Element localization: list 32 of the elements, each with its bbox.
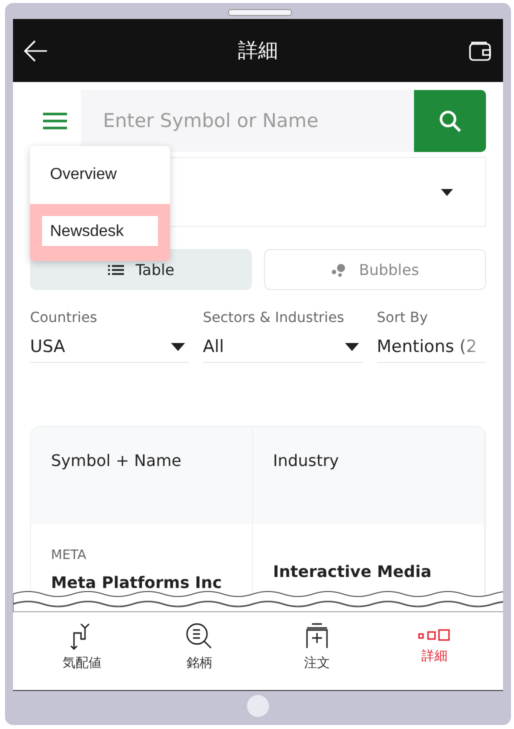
- caret-icon: [170, 343, 185, 351]
- squares-icon: [418, 628, 450, 642]
- nav-tab[interactable]: 銘柄: [140, 612, 258, 690]
- menu-item[interactable]: Overview: [50, 166, 117, 184]
- filter-label: Sort By: [376, 310, 429, 326]
- menu-item[interactable]: Newsdesk: [42, 216, 158, 246]
- nav-tab[interactable]: 気配値: [23, 612, 140, 690]
- filter-select[interactable]: Mentions (2: [376, 332, 486, 363]
- search-button[interactable]: [414, 90, 486, 152]
- bubbles-icon: [330, 262, 347, 276]
- filter-label: Sectors & Industries: [202, 310, 346, 326]
- nav-tab[interactable]: 詳細: [376, 612, 493, 690]
- column-header: Industry: [253, 427, 485, 524]
- search-icon: [438, 109, 462, 133]
- filter-label: Countries: [30, 310, 98, 326]
- column-header: Symbol + Name: [31, 427, 253, 524]
- caret-icon: [441, 188, 453, 196]
- search-icon: [185, 622, 214, 650]
- list-icon: [108, 264, 124, 276]
- caret-icon: [344, 343, 359, 351]
- back-arrow-icon[interactable]: [23, 38, 49, 64]
- menu-icon[interactable]: [43, 112, 67, 130]
- filter-select[interactable]: All: [202, 332, 363, 363]
- ticker-symbol: META: [51, 548, 88, 563]
- screen-title: 詳細: [238, 37, 278, 64]
- filter-select[interactable]: USA: [30, 332, 189, 363]
- search-field[interactable]: Enter Symbol or Name: [81, 90, 414, 152]
- view-tab[interactable]: Bubbles: [264, 249, 486, 290]
- industry-name: Interactive Media: [273, 562, 433, 581]
- nav-tab[interactable]: 注文: [258, 612, 376, 690]
- speaker-slot: [228, 9, 292, 16]
- company-name: Meta Platforms Inc: [51, 573, 223, 592]
